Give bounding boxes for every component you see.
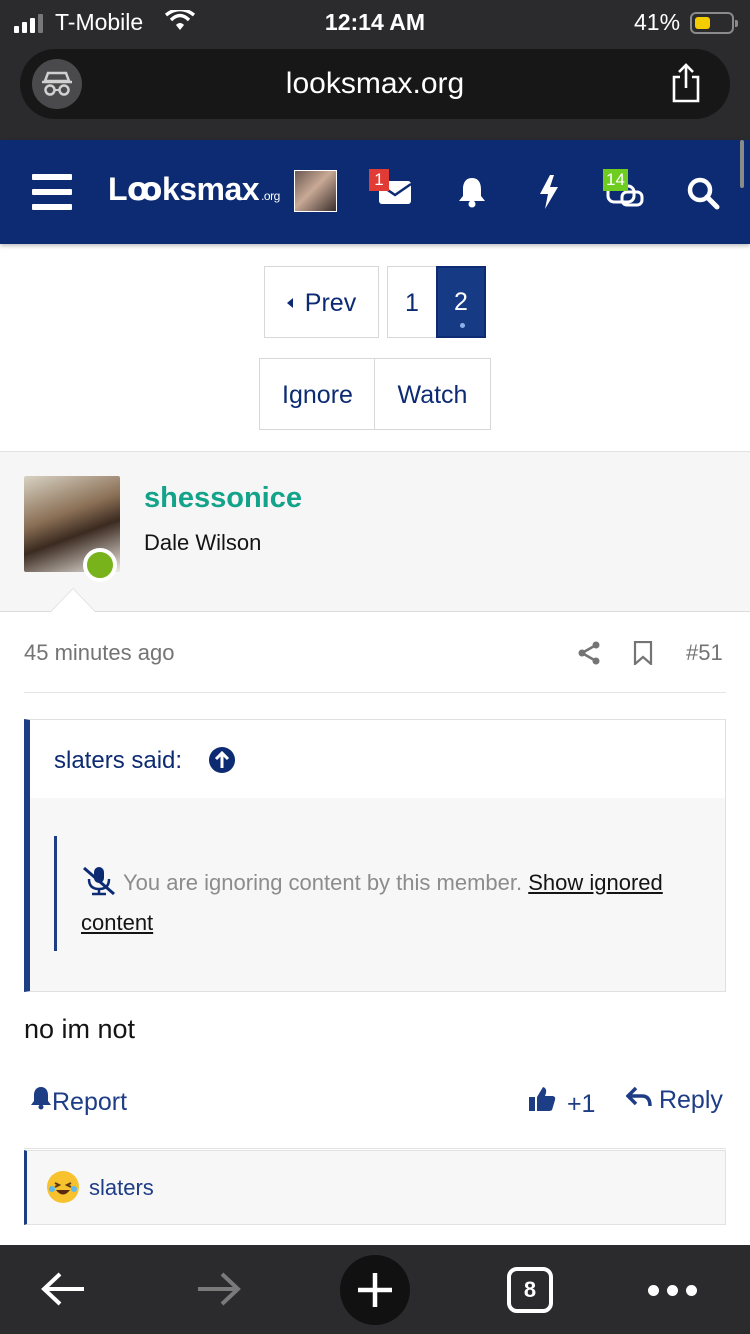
bookmark-icon[interactable] bbox=[633, 640, 653, 670]
browser-top-chrome: T-Mobile 12:14 AM 41% looksmax.org bbox=[0, 0, 750, 140]
scrollbar[interactable] bbox=[740, 140, 744, 188]
current-page-dot bbox=[460, 323, 465, 328]
laughing-emoji-icon bbox=[47, 1171, 79, 1203]
site-logo[interactable]: Lꝏksmax .org bbox=[108, 170, 280, 208]
battery-icon bbox=[690, 12, 738, 34]
like-button[interactable]: +1 bbox=[528, 1086, 595, 1119]
page-2-label: 2 bbox=[454, 288, 468, 316]
reaction-users[interactable]: slaters bbox=[89, 1175, 154, 1201]
account-avatar[interactable] bbox=[294, 170, 337, 212]
site-header: Lꝏksmax .org 1 14 bbox=[0, 140, 750, 244]
share-icon[interactable] bbox=[670, 63, 702, 108]
bell-icon[interactable] bbox=[458, 176, 486, 213]
ignored-content-notice: You are ignoring content by this member.… bbox=[54, 836, 694, 951]
reply-arrow-icon bbox=[625, 1086, 652, 1114]
conversations-badge: 14 bbox=[603, 169, 628, 191]
browser-toolbar: 8 bbox=[0, 1245, 750, 1334]
reply-button[interactable]: Reply bbox=[625, 1086, 723, 1115]
share-post-icon[interactable] bbox=[577, 641, 601, 670]
quote-author[interactable]: slaters said: bbox=[54, 747, 182, 775]
search-icon[interactable] bbox=[686, 176, 720, 215]
whats-new-bolt-icon[interactable] bbox=[538, 174, 560, 215]
page-2-button[interactable]: 2 bbox=[436, 266, 486, 338]
like-count: +1 bbox=[566, 1090, 596, 1118]
report-label: Report bbox=[52, 1088, 128, 1116]
url-text[interactable]: looksmax.org bbox=[20, 67, 730, 101]
caret-left-icon bbox=[286, 298, 293, 308]
back-arrow-icon[interactable] bbox=[40, 1271, 86, 1312]
logo-text: Lꝏksmax bbox=[108, 171, 260, 207]
page-1-button[interactable]: 1 bbox=[387, 266, 437, 338]
ignore-button[interactable]: Ignore bbox=[259, 358, 376, 430]
reply-label: Reply bbox=[658, 1086, 723, 1114]
report-button[interactable]: Report bbox=[30, 1086, 127, 1117]
divider bbox=[24, 1148, 726, 1149]
forward-arrow-icon[interactable] bbox=[196, 1271, 242, 1312]
more-menu-icon[interactable] bbox=[648, 1285, 697, 1296]
reactions-bar[interactable]: slaters bbox=[24, 1150, 726, 1225]
mute-icon bbox=[81, 866, 123, 906]
post-body: no im not bbox=[24, 1014, 136, 1044]
post-timestamp[interactable]: 45 minutes ago bbox=[24, 640, 174, 666]
logo-suffix: .org bbox=[261, 189, 280, 203]
bell-report-icon bbox=[30, 1087, 52, 1116]
menu-icon[interactable] bbox=[32, 174, 72, 210]
arrow-up-circle-icon[interactable] bbox=[208, 746, 236, 779]
prev-page-button[interactable]: Prev bbox=[264, 266, 379, 338]
prev-label: Prev bbox=[304, 289, 357, 317]
post-user-header: shessonice Dale Wilson bbox=[0, 451, 750, 612]
post-number-link[interactable]: #51 bbox=[686, 640, 723, 666]
new-tab-button[interactable] bbox=[340, 1255, 410, 1325]
quote-block: slaters said: You are ignoring content b… bbox=[24, 719, 726, 992]
post-username[interactable]: shessonice bbox=[144, 482, 302, 515]
divider bbox=[24, 692, 726, 693]
quote-header: slaters said: bbox=[30, 720, 725, 798]
status-bar: T-Mobile 12:14 AM 41% bbox=[0, 6, 750, 38]
thumbs-up-icon bbox=[528, 1087, 556, 1118]
user-title: Dale Wilson bbox=[144, 530, 262, 555]
tabs-count-button[interactable]: 8 bbox=[507, 1267, 553, 1313]
address-bar[interactable]: looksmax.org bbox=[20, 49, 730, 119]
inbox-badge: 1 bbox=[369, 169, 389, 191]
watch-button[interactable]: Watch bbox=[374, 358, 491, 430]
post-pointer-arrow bbox=[50, 588, 96, 612]
ignored-message: You are ignoring content by this member. bbox=[123, 870, 523, 895]
battery-percent: 41% bbox=[634, 9, 681, 35]
online-status-icon bbox=[83, 548, 117, 582]
